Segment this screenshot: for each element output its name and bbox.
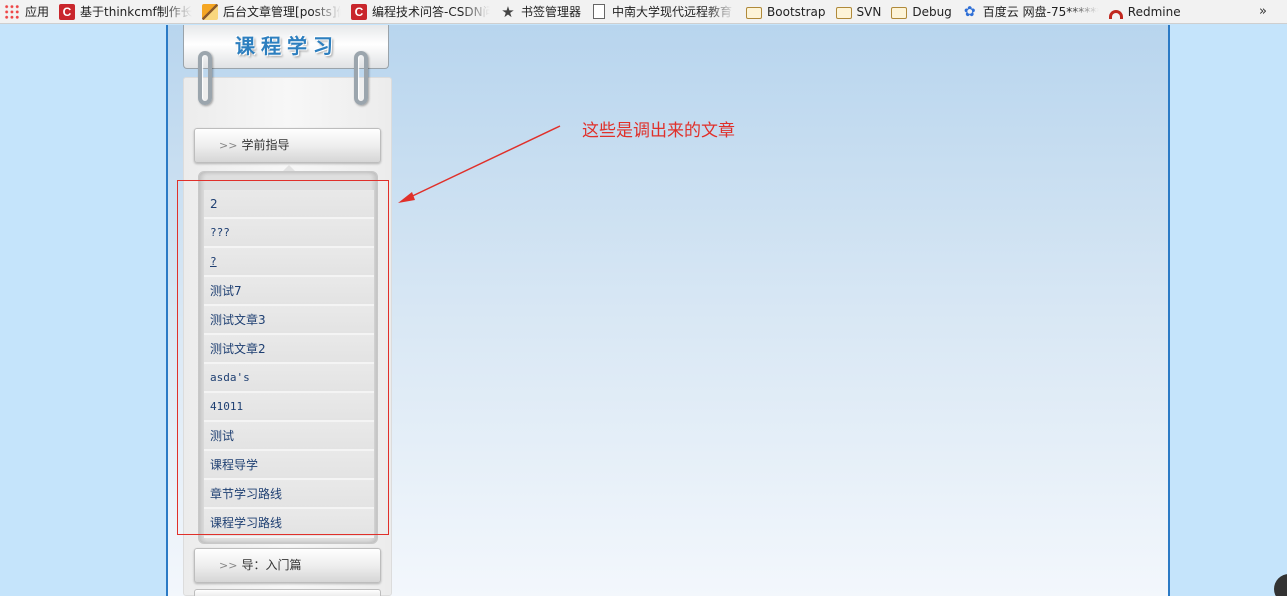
bookmark-label: 应用 bbox=[25, 5, 50, 19]
annotation-highlight-box bbox=[177, 180, 389, 535]
bookmark-folder-svn[interactable]: SVN bbox=[832, 0, 888, 23]
folder-icon bbox=[746, 6, 763, 19]
folder-icon bbox=[835, 6, 852, 19]
page-icon bbox=[593, 4, 606, 19]
binder-ring-icon bbox=[198, 51, 212, 105]
double-chevron-icon: >> bbox=[219, 559, 238, 572]
bookmark-redmine[interactable]: Redmine bbox=[1105, 0, 1187, 23]
menu-label: 导：入门篇 bbox=[241, 558, 302, 572]
bookmark-apps[interactable]: 应用 bbox=[0, 0, 55, 23]
menu-intro-chapter[interactable]: >> 导：入门篇 bbox=[194, 548, 381, 583]
image-icon bbox=[202, 3, 219, 20]
csdn-icon: C bbox=[59, 3, 76, 20]
bookmark-label: 中南大学现代远程教育 bbox=[612, 5, 733, 19]
bookmarks-bar: 应用 C 基于thinkcmf制作长沙 后台文章管理[posts]修 C 编程技… bbox=[0, 0, 1287, 24]
menu-next-partial[interactable] bbox=[194, 589, 381, 596]
bookmark-manager[interactable]: ★ 书签管理器 bbox=[496, 0, 587, 23]
bookmark-label: 百度云 网盘-75****** bbox=[982, 5, 1099, 19]
bookmark-csu[interactable]: 中南大学现代远程教育 bbox=[587, 0, 742, 23]
menu-pre-study-guide[interactable]: >> 学前指导 bbox=[194, 128, 381, 163]
folder-icon bbox=[891, 6, 908, 19]
bookmark-label: 书签管理器 bbox=[521, 5, 582, 19]
bookmark-label: Redmine bbox=[1127, 4, 1181, 19]
binder-ring-icon bbox=[354, 51, 368, 105]
bookmark-folder-bootstrap[interactable]: Bootstrap bbox=[742, 0, 831, 23]
apps-grid-icon bbox=[4, 3, 20, 20]
bookmark-label: Debug bbox=[912, 4, 952, 19]
redmine-icon bbox=[1108, 9, 1123, 19]
more-bookmarks-chevron-icon[interactable]: » bbox=[1259, 0, 1267, 23]
bookmark-label: 编程技术问答-CSDN问 bbox=[372, 5, 491, 19]
bookmark-thinkcmf[interactable]: C 基于thinkcmf制作长沙 bbox=[55, 0, 198, 23]
annotation-arrow-icon bbox=[398, 125, 561, 203]
bookmark-label: 后台文章管理[posts]修 bbox=[223, 5, 342, 19]
menu-label: 学前指导 bbox=[241, 138, 290, 152]
annotation-text: 这些是调出来的文章 bbox=[582, 121, 735, 141]
floating-widget[interactable] bbox=[1274, 574, 1287, 596]
bookmark-csdn-ask[interactable]: C 编程技术问答-CSDN问 bbox=[347, 0, 496, 23]
csdn-icon: C bbox=[351, 3, 368, 20]
star-icon: ★ bbox=[501, 2, 515, 21]
double-chevron-icon: >> bbox=[219, 139, 238, 152]
bookmark-label: 基于thinkcmf制作长沙 bbox=[80, 5, 193, 19]
bookmark-baidu-pan[interactable]: ✿ 百度云 网盘-75****** bbox=[958, 0, 1105, 23]
bookmark-label: SVN bbox=[856, 4, 882, 19]
bookmark-posts-admin[interactable]: 后台文章管理[posts]修 bbox=[198, 0, 347, 23]
baidu-icon: ✿ bbox=[963, 3, 976, 20]
bookmark-label: Bootstrap bbox=[767, 4, 826, 19]
bookmark-folder-debug[interactable]: Debug bbox=[887, 0, 957, 23]
